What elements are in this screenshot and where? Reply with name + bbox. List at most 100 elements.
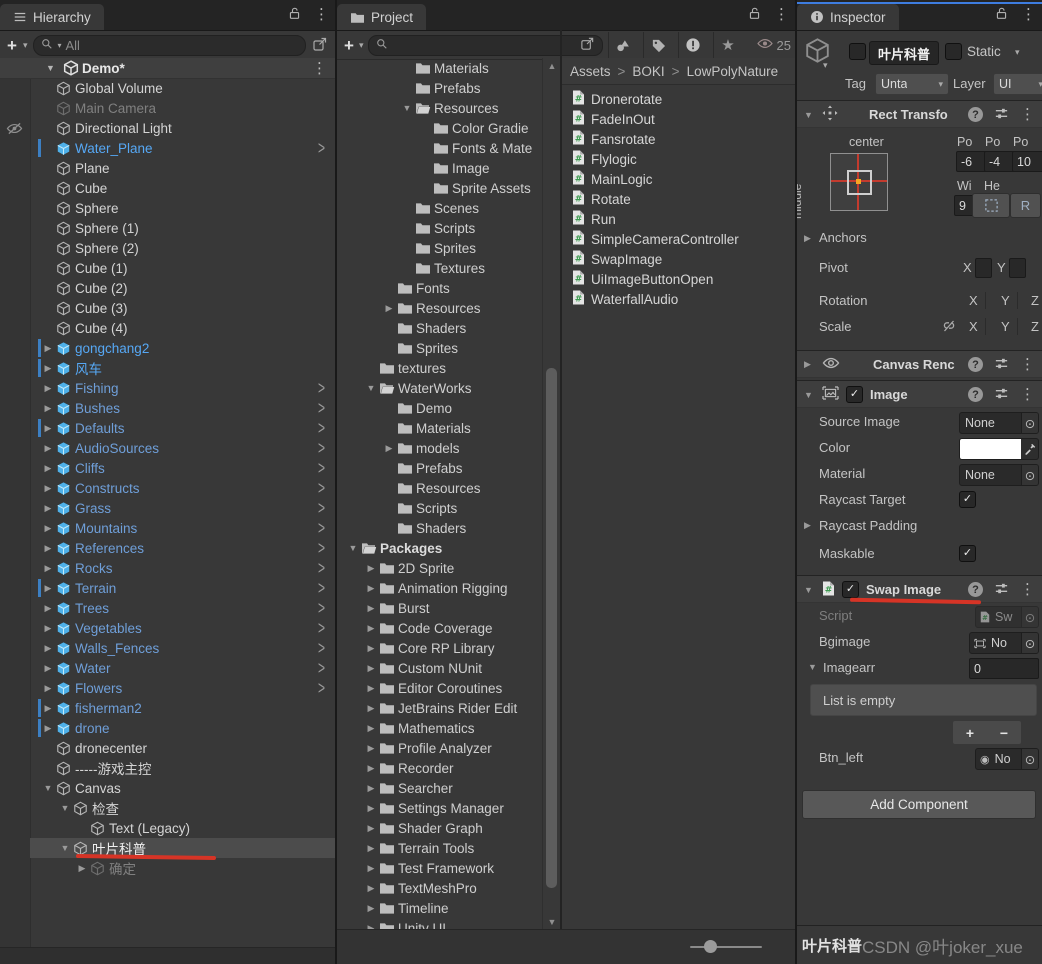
project-folder-item[interactable]: Textures	[337, 258, 542, 278]
hierarchy-item[interactable]: Sphere (1)	[30, 218, 335, 238]
hierarchy-item[interactable]: ▼检查	[30, 798, 335, 818]
project-folder-item[interactable]: ▶Custom NUnit	[337, 658, 542, 678]
foldout-arrow-icon[interactable]: ▼	[57, 803, 73, 813]
anchor-preset-widget[interactable]	[830, 153, 888, 211]
foldout-expanded-icon[interactable]: ▼	[804, 390, 815, 400]
object-picker-icon[interactable]: ⊙	[1021, 607, 1038, 627]
presets-icon[interactable]	[994, 106, 1009, 124]
foldout-arrow-icon[interactable]: ▶	[40, 663, 56, 674]
add-element-button[interactable]: +	[953, 721, 987, 744]
foldout-arrow-icon[interactable]: ▶	[40, 723, 56, 734]
prefab-chevron-icon[interactable]: >	[318, 418, 325, 439]
presets-icon[interactable]	[994, 581, 1009, 599]
presets-icon[interactable]	[994, 356, 1009, 374]
prefab-chevron-icon[interactable]: >	[318, 478, 325, 499]
imagearr-size-field[interactable]: 0	[969, 658, 1039, 679]
help-icon[interactable]: ?	[968, 107, 983, 122]
project-folder-item[interactable]: Sprites	[337, 238, 542, 258]
hierarchy-item[interactable]: ▶Vegetables>	[30, 618, 335, 638]
foldout-arrow-icon[interactable]: ▶	[40, 603, 56, 614]
project-search-input[interactable]	[368, 35, 602, 56]
kebab-menu-icon[interactable]: ⋮	[774, 7, 789, 22]
project-folder-item[interactable]: ▶Terrain Tools	[337, 838, 542, 858]
prefab-chevron-icon[interactable]: >	[318, 458, 325, 479]
imagearr-foldout-icon[interactable]: ▼	[808, 662, 817, 672]
hierarchy-item[interactable]: Sphere (2)	[30, 238, 335, 258]
hierarchy-item[interactable]: Directional Light	[30, 118, 335, 138]
prefab-chevron-icon[interactable]: >	[318, 598, 325, 619]
foldout-arrow-icon[interactable]: ▼	[40, 783, 56, 793]
prefab-chevron-icon[interactable]: >	[318, 558, 325, 579]
kebab-menu-icon[interactable]: ⋮	[1020, 357, 1035, 372]
foldout-expanded-icon[interactable]: ▼	[804, 585, 815, 595]
foldout-arrow-icon[interactable]: ▶	[363, 703, 379, 714]
remove-element-button[interactable]: −	[987, 721, 1021, 744]
foldout-arrow-icon[interactable]: ▶	[40, 503, 56, 514]
project-folder-item[interactable]: ▶models	[337, 438, 542, 458]
hierarchy-item[interactable]: ▶AudioSources>	[30, 438, 335, 458]
foldout-arrow-icon[interactable]: ▶	[363, 743, 379, 754]
project-folder-item[interactable]: Image	[337, 158, 542, 178]
eye-off-icon[interactable]	[6, 121, 23, 136]
foldout-arrow-icon[interactable]: ▶	[363, 623, 379, 634]
project-folder-item[interactable]: textures	[337, 358, 542, 378]
search-by-import-log-icon[interactable]	[678, 32, 708, 59]
hierarchy-item[interactable]: Sphere	[30, 198, 335, 218]
breadcrumb-assets[interactable]: Assets	[570, 64, 611, 79]
prefab-chevron-icon[interactable]: >	[318, 538, 325, 559]
eyedropper-button[interactable]	[1021, 438, 1039, 460]
project-folder-item[interactable]: Shaders	[337, 518, 542, 538]
scroll-up-icon[interactable]: ▲	[543, 61, 561, 71]
asset-item[interactable]: #Run	[562, 209, 795, 229]
foldout-arrow-icon[interactable]: ▼	[345, 543, 361, 553]
project-folder-item[interactable]: ▶Mathematics	[337, 718, 542, 738]
foldout-arrow-icon[interactable]: ▶	[40, 563, 56, 574]
create-dropdown-icon[interactable]: ▾	[359, 40, 364, 51]
prefab-chevron-icon[interactable]: >	[318, 518, 325, 539]
project-folder-item[interactable]: Color Gradie	[337, 118, 542, 138]
hierarchy-item[interactable]: Global Volume	[30, 78, 335, 98]
project-folder-item[interactable]: Scripts	[337, 218, 542, 238]
foldout-arrow-icon[interactable]: ▶	[381, 303, 397, 314]
foldout-arrow-icon[interactable]: ▶	[363, 903, 379, 914]
layer-dropdown[interactable]: UI ▾	[993, 73, 1042, 95]
foldout-arrow-icon[interactable]: ▼	[363, 383, 379, 393]
tab-inspector[interactable]: Inspector	[797, 4, 899, 30]
create-object-button[interactable]: +	[7, 37, 17, 54]
hierarchy-item[interactable]: ▶fisherman2	[30, 698, 335, 718]
project-folder-item[interactable]: Resources	[337, 478, 542, 498]
visibility-toggle[interactable]: 25	[748, 37, 795, 53]
asset-item[interactable]: #Dronerotate	[562, 89, 795, 109]
project-folder-item[interactable]: Materials	[337, 58, 542, 78]
anchors-foldout-icon[interactable]: ▶	[804, 233, 811, 244]
project-folder-item[interactable]: ▶Settings Manager	[337, 798, 542, 818]
project-folder-item[interactable]: ▶Burst	[337, 598, 542, 618]
pivot-x-field[interactable]	[975, 258, 992, 278]
foldout-arrow-icon[interactable]: ▶	[40, 363, 56, 374]
project-folder-item[interactable]: Prefabs	[337, 78, 542, 98]
zoom-slider-knob[interactable]	[704, 940, 717, 953]
foldout-arrow-icon[interactable]: ▶	[40, 343, 56, 354]
hierarchy-item[interactable]: dronecenter	[30, 738, 335, 758]
project-folder-item[interactable]: ▶Core RP Library	[337, 638, 542, 658]
foldout-arrow-icon[interactable]: ▶	[381, 443, 397, 454]
hierarchy-item[interactable]: ▶Walls_Fences>	[30, 638, 335, 658]
foldout-arrow-icon[interactable]: ▶	[363, 843, 379, 854]
project-folder-item[interactable]: ▶Editor Coroutines	[337, 678, 542, 698]
project-folder-item[interactable]: ▶TextMeshPro	[337, 878, 542, 898]
open-search-window-icon[interactable]	[312, 36, 328, 55]
foldout-arrow-icon[interactable]: ▶	[40, 403, 56, 414]
foldout-collapsed-icon[interactable]: ▶	[804, 359, 815, 370]
scene-row[interactable]: ▼ Demo* ⋮	[0, 58, 335, 79]
hierarchy-item[interactable]: ▶Cliffs>	[30, 458, 335, 478]
hierarchy-item[interactable]: ▶Rocks>	[30, 558, 335, 578]
project-folder-item[interactable]: Materials	[337, 418, 542, 438]
project-folder-item[interactable]: Demo	[337, 398, 542, 418]
scrollbar-thumb[interactable]	[546, 368, 557, 888]
foldout-arrow-icon[interactable]: ▶	[363, 723, 379, 734]
foldout-arrow-icon[interactable]: ▶	[363, 603, 379, 614]
search-filter-caret-icon[interactable]: ▾	[57, 41, 61, 50]
scroll-down-icon[interactable]: ▼	[543, 917, 561, 927]
maskable-checkbox[interactable]: ✓	[959, 545, 976, 562]
foldout-arrow-icon[interactable]: ▶	[363, 663, 379, 674]
